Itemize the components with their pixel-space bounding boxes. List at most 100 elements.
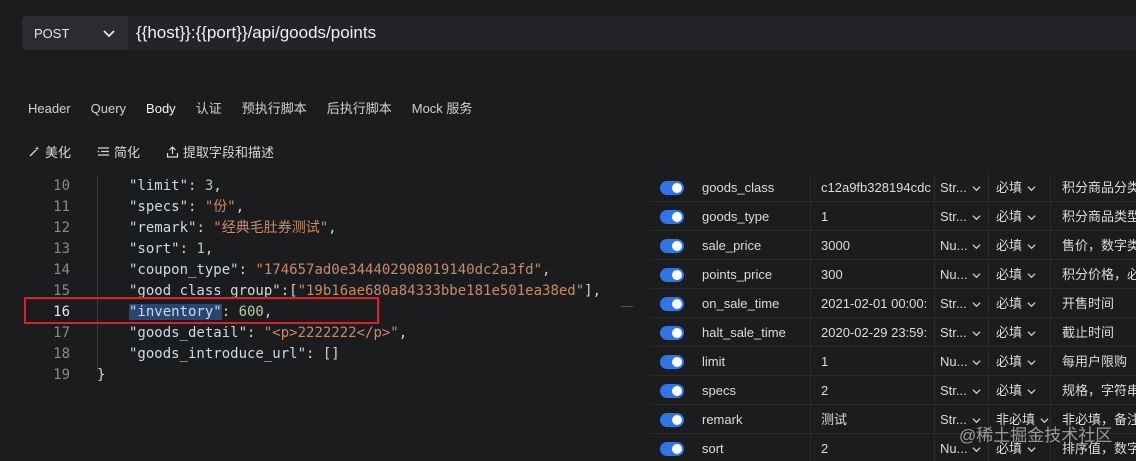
param-name[interactable]: on_sale_time xyxy=(702,289,779,318)
param-name[interactable]: goods_class xyxy=(702,173,774,202)
param-type-select[interactable]: Str... xyxy=(940,318,981,347)
param-type-select[interactable]: Nu... xyxy=(940,260,982,289)
json-separator: : xyxy=(188,199,205,215)
param-required-select[interactable]: 必填 xyxy=(996,289,1036,318)
param-enabled-toggle[interactable] xyxy=(660,239,684,253)
param-enabled-toggle[interactable] xyxy=(660,442,684,456)
json-separator: : xyxy=(179,241,197,257)
param-enabled-toggle[interactable] xyxy=(660,181,684,195)
param-required: 必填 xyxy=(996,209,1023,224)
param-row: on_sale_time 2021-02-01 00:00: Str... 必填 开售时… xyxy=(650,289,1136,318)
param-row: goods_class c12a9fb328194cdc Str... 必填 积分商品分… xyxy=(650,173,1136,202)
param-type-select[interactable]: Nu... xyxy=(940,347,982,376)
json-punctuation: ], xyxy=(584,283,602,299)
param-name[interactable]: specs xyxy=(702,376,736,405)
param-type-select[interactable]: Nu... xyxy=(940,231,982,260)
param-type: Str... xyxy=(940,296,967,311)
code-text: "goods_detail": "<p>2222222</p>", xyxy=(129,323,407,344)
param-enabled-toggle[interactable] xyxy=(660,355,684,369)
json-key: "goods_introduce_url" xyxy=(129,346,307,362)
json-key: "specs" xyxy=(129,199,189,215)
param-value[interactable]: 2 xyxy=(821,376,931,405)
param-type-select[interactable]: Str... xyxy=(940,173,981,202)
param-value[interactable]: c12a9fb328194cdc xyxy=(821,173,931,202)
param-description[interactable]: 积分商品分类id xyxy=(1062,173,1136,202)
editor-scrollbar[interactable] xyxy=(621,306,633,316)
line-number: 10 xyxy=(53,178,70,194)
chevron-down-icon xyxy=(1027,360,1036,366)
param-description[interactable]: 售价，数字类型， xyxy=(1062,231,1136,260)
tab-post-script[interactable]: 后执行脚本 xyxy=(317,96,402,122)
param-description[interactable]: 截止时间 xyxy=(1062,318,1136,347)
tab-query[interactable]: Query xyxy=(81,96,136,122)
param-type-select[interactable]: Str... xyxy=(940,376,981,405)
extract-fields-button[interactable]: 提取字段和描述 xyxy=(166,140,274,162)
param-required-select[interactable]: 必填 xyxy=(996,376,1036,405)
param-value[interactable]: 1 xyxy=(821,202,931,231)
params-table: goods_class c12a9fb328194cdc Str... 必填 积分商品分… xyxy=(650,173,1136,461)
json-value: "174657ad0e344402908019140dc2a3fd" xyxy=(255,262,543,278)
param-value[interactable]: 2 xyxy=(821,434,931,461)
tab-body[interactable]: Body xyxy=(136,96,186,122)
json-key: "limit" xyxy=(129,178,189,194)
param-type-select[interactable]: Str... xyxy=(940,202,981,231)
param-row: goods_type 1 Str... 必填 积分商品类型，1 xyxy=(650,202,1136,231)
param-type: Str... xyxy=(940,383,967,398)
param-enabled-toggle[interactable] xyxy=(660,268,684,282)
param-enabled-toggle[interactable] xyxy=(660,210,684,224)
json-separator: : xyxy=(188,178,205,194)
param-required-select[interactable]: 必填 xyxy=(996,202,1036,231)
param-required: 必填 xyxy=(996,180,1023,195)
tab-auth[interactable]: 认证 xyxy=(186,96,232,122)
param-enabled-toggle[interactable] xyxy=(660,297,684,311)
param-name[interactable]: halt_sale_time xyxy=(702,318,786,347)
json-punctuation: , xyxy=(213,178,222,194)
url-input[interactable]: {{host}}:{{port}}/api/goods/points xyxy=(128,16,1136,50)
param-name[interactable]: remark xyxy=(702,405,742,434)
tab-header[interactable]: Header xyxy=(0,96,81,122)
beautify-button[interactable]: 美化 xyxy=(28,140,71,162)
param-type: Str... xyxy=(940,180,967,195)
param-name[interactable]: sale_price xyxy=(702,231,761,260)
param-value[interactable]: 300 xyxy=(821,260,931,289)
chevron-down-icon xyxy=(1027,215,1036,221)
param-description[interactable]: 每用户限购 xyxy=(1062,347,1136,376)
param-enabled-toggle[interactable] xyxy=(660,384,684,398)
chevron-down-icon xyxy=(972,273,982,279)
param-required: 必填 xyxy=(996,296,1023,311)
param-description[interactable]: 规格，字符串类型 xyxy=(1062,376,1136,405)
param-type-select[interactable]: Str... xyxy=(940,289,981,318)
param-description[interactable]: 积分商品类型，1 xyxy=(1062,202,1136,231)
chevron-down-icon xyxy=(972,302,981,308)
param-value[interactable]: 3000 xyxy=(821,231,931,260)
param-type: Nu... xyxy=(940,238,968,253)
json-punctuation: , xyxy=(542,262,551,278)
param-value[interactable]: 测试 xyxy=(821,405,931,434)
param-name[interactable]: sort xyxy=(702,434,724,461)
tab-pre-script[interactable]: 预执行脚本 xyxy=(232,96,317,122)
tab-mock[interactable]: Mock 服务 xyxy=(402,96,483,122)
json-punctuation: , xyxy=(235,199,245,215)
param-required-select[interactable]: 必填 xyxy=(996,318,1036,347)
param-name[interactable]: points_price xyxy=(702,260,772,289)
param-row: points_price 300 Nu... 必填 积分价格，必须为 xyxy=(650,260,1136,289)
param-description[interactable]: 开售时间 xyxy=(1062,289,1136,318)
param-type: Nu... xyxy=(940,354,968,369)
param-value[interactable]: 2020-02-29 23:59: xyxy=(821,318,931,347)
param-value[interactable]: 1 xyxy=(821,347,931,376)
json-punctuation: , xyxy=(328,220,337,236)
param-required-select[interactable]: 必填 xyxy=(996,231,1036,260)
param-enabled-toggle[interactable] xyxy=(660,413,684,427)
param-name[interactable]: goods_type xyxy=(702,202,769,231)
param-name[interactable]: limit xyxy=(702,347,725,376)
chevron-down-icon xyxy=(1027,244,1036,250)
json-key: "coupon_type" xyxy=(129,262,239,278)
param-value[interactable]: 2021-02-01 00:00: xyxy=(821,289,931,318)
param-enabled-toggle[interactable] xyxy=(660,326,684,340)
method-select[interactable]: POST xyxy=(22,16,128,50)
simplify-button[interactable]: 简化 xyxy=(97,140,140,162)
param-required-select[interactable]: 必填 xyxy=(996,347,1036,376)
param-required-select[interactable]: 必填 xyxy=(996,260,1036,289)
param-required-select[interactable]: 必填 xyxy=(996,173,1036,202)
param-description[interactable]: 积分价格，必须为 xyxy=(1062,260,1136,289)
